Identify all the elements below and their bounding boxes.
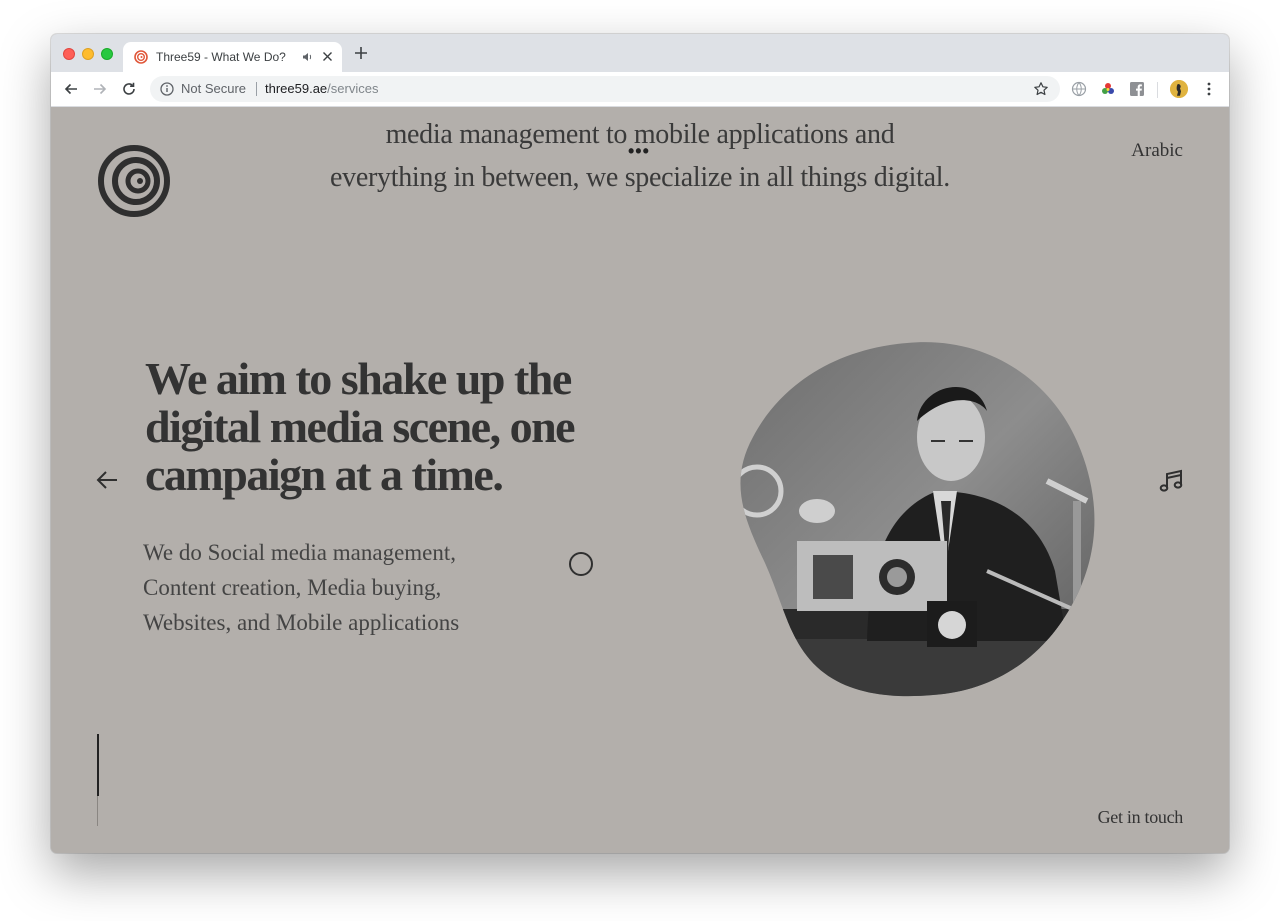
browser-window: Three59 - What We Do? Not Secure three59… xyxy=(51,34,1229,853)
security-label[interactable]: Not Secure xyxy=(181,81,246,96)
page-headline: We aim to shake up the digital media sce… xyxy=(145,353,576,500)
active-tab[interactable]: Three59 - What We Do? xyxy=(123,42,342,72)
address-bar[interactable]: Not Secure three59.ae/services xyxy=(150,76,1060,102)
close-window-button[interactable] xyxy=(63,48,75,60)
close-tab-icon[interactable] xyxy=(322,51,333,62)
speaker-icon[interactable] xyxy=(302,51,314,63)
facebook-extension-icon[interactable] xyxy=(1129,81,1145,97)
profile-avatar[interactable] xyxy=(1170,80,1188,98)
spiral-logo[interactable] xyxy=(97,144,171,218)
more-menu-icon[interactable] xyxy=(1201,81,1217,97)
arabic-language-link[interactable]: Arabic xyxy=(1131,140,1183,162)
tab-strip: Three59 - What We Do? xyxy=(51,34,1229,72)
menu-dots[interactable]: ••• xyxy=(628,141,650,162)
forward-arrow-icon[interactable] xyxy=(92,81,108,97)
vintage-photo-blob xyxy=(740,342,1095,697)
url-domain: three59.ae xyxy=(265,81,328,96)
scroll-track-line xyxy=(97,796,98,826)
cursor-circle xyxy=(569,552,593,576)
maximize-window-button[interactable] xyxy=(101,48,113,60)
get-in-touch-link[interactable]: Get in touch xyxy=(1098,807,1184,828)
back-arrow-icon[interactable] xyxy=(63,81,79,97)
page-content: media management to mobile applications … xyxy=(51,107,1229,853)
avatar-silhouette-icon xyxy=(1170,80,1188,98)
favicon-icon xyxy=(134,50,148,64)
music-note-icon[interactable] xyxy=(1159,469,1185,493)
toolbar-separator xyxy=(1157,82,1158,98)
intro-line-2: everything in between, we specialize in … xyxy=(330,162,950,193)
info-icon[interactable] xyxy=(160,82,174,96)
globe-extension-icon[interactable] xyxy=(1071,81,1087,97)
url-text[interactable]: three59.ae/services xyxy=(265,81,378,96)
new-tab-icon[interactable] xyxy=(354,46,368,60)
arrow-left-icon[interactable] xyxy=(95,470,119,490)
colorful-extension-icon[interactable] xyxy=(1100,81,1116,97)
reload-icon[interactable] xyxy=(121,81,137,97)
minimize-window-button[interactable] xyxy=(82,48,94,60)
scroll-progress-line xyxy=(97,734,99,796)
address-separator xyxy=(256,82,257,96)
tab-title: Three59 - What We Do? xyxy=(156,50,286,64)
services-description: We do Social media management, Content c… xyxy=(143,540,460,635)
star-icon[interactable] xyxy=(1033,81,1049,97)
url-path: /services xyxy=(327,81,379,96)
browser-toolbar: Not Secure three59.ae/services xyxy=(51,72,1229,107)
